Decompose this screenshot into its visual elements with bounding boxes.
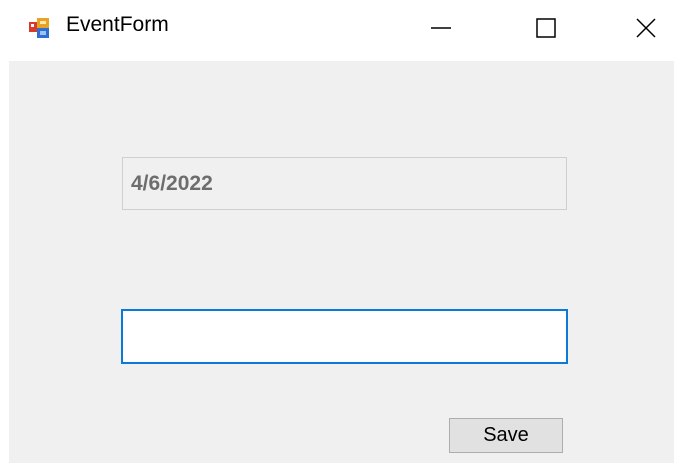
event-form-window: EventForm 4/6/2022 Save: [0, 0, 681, 463]
save-button[interactable]: Save: [449, 418, 563, 453]
minimize-button[interactable]: [413, 0, 469, 56]
form-client-area: 4/6/2022 Save: [9, 61, 674, 463]
date-display-field: 4/6/2022: [122, 157, 567, 210]
title-bar[interactable]: EventForm: [0, 0, 681, 56]
event-text-input[interactable]: [121, 309, 568, 364]
maximize-button[interactable]: [518, 0, 574, 56]
close-button[interactable]: [618, 0, 674, 56]
window-title: EventForm: [66, 13, 169, 36]
close-icon: [636, 18, 656, 38]
minimize-icon: [431, 27, 451, 29]
date-value: 4/6/2022: [131, 171, 213, 195]
maximize-icon: [536, 18, 556, 38]
app-icon[interactable]: [28, 17, 50, 39]
